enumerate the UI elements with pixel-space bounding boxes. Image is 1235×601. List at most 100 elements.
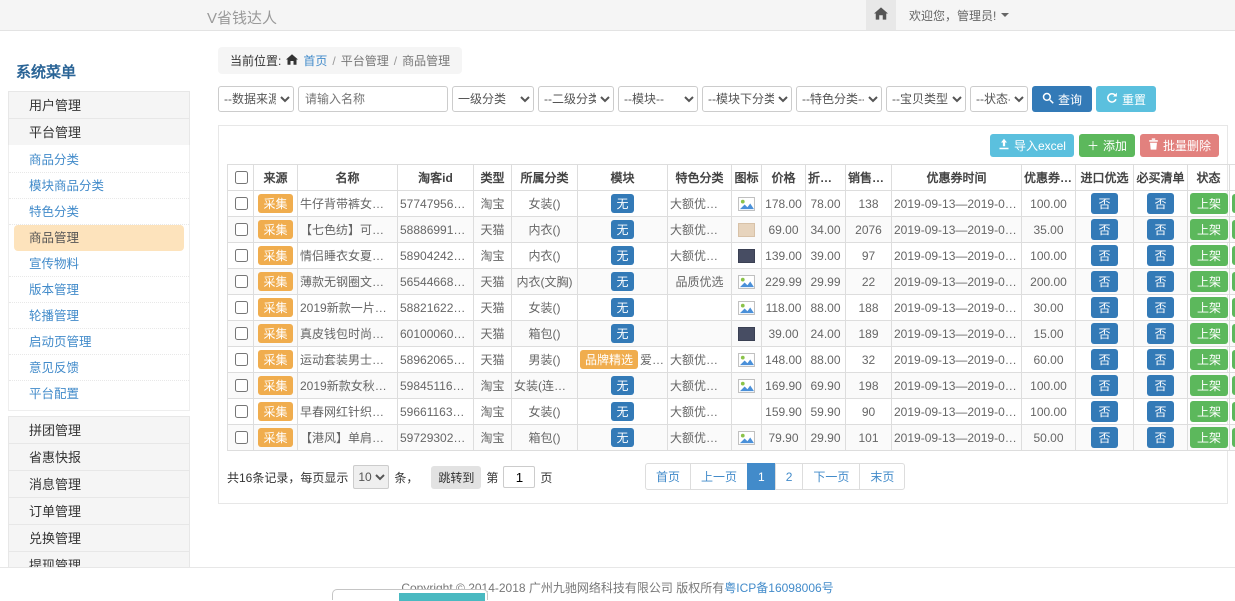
sidebar-subitem-feedback[interactable]: 意见反馈 (9, 355, 189, 381)
row-checkbox[interactable] (235, 275, 248, 288)
filter-select-status[interactable]: --状态-- (970, 86, 1028, 112)
sidebar-subitem-platform-config[interactable]: 平台配置 (9, 381, 189, 407)
status-button[interactable]: 上架 (1190, 349, 1228, 370)
must-buy-toggle[interactable]: 否 (1147, 271, 1173, 292)
page-button-page-1[interactable]: 1 (747, 463, 776, 490)
trash-icon (1148, 138, 1159, 153)
sidebar-item-exchange-management[interactable]: 兑换管理 (8, 524, 190, 552)
discount-price: 39.00 (806, 243, 846, 269)
sidebar-subitem-product-category[interactable]: 商品分类 (9, 147, 189, 173)
sidebar-submenu: 商品分类模块商品分类特色分类商品管理宣传物料版本管理轮播管理启动页管理意见反馈平… (8, 145, 190, 411)
must-buy-toggle[interactable]: 否 (1147, 193, 1173, 214)
row-checkbox[interactable] (235, 223, 248, 236)
sidebar-subitem-feature-category[interactable]: 特色分类 (9, 199, 189, 225)
import-select-toggle[interactable]: 否 (1091, 427, 1117, 448)
taoke-id: 597293020870 (398, 425, 474, 451)
filter-select-module-subcategory[interactable]: --模块下分类-- (702, 86, 792, 112)
page-button-page-2[interactable]: 2 (775, 463, 804, 490)
refresh-icon (1106, 92, 1118, 107)
row-checkbox[interactable] (235, 197, 248, 210)
import-select-toggle[interactable]: 否 (1091, 401, 1117, 422)
row-checkbox[interactable] (235, 405, 248, 418)
import-excel-button[interactable]: 导入excel (990, 134, 1074, 157)
sidebar-item-group-buy-management[interactable]: 拼团管理 (8, 416, 190, 444)
status-button[interactable]: 上架 (1190, 219, 1228, 240)
discount-price: 88.00 (806, 295, 846, 321)
feature-category: 大额优惠券 (668, 217, 732, 243)
batch-delete-button[interactable]: 批量删除 (1140, 134, 1219, 157)
filter-select-data-source[interactable]: --数据来源-- (218, 86, 294, 112)
status-button[interactable]: 上架 (1190, 401, 1228, 422)
status-button[interactable]: 上架 (1190, 427, 1228, 448)
must-buy-toggle[interactable]: 否 (1147, 219, 1173, 240)
row-checkbox[interactable] (235, 327, 248, 340)
must-buy-toggle[interactable]: 否 (1147, 245, 1173, 266)
sidebar-item-saving-news[interactable]: 省惠快报 (8, 443, 190, 471)
filter-select-item-type[interactable]: --宝贝类型-- (886, 86, 966, 112)
status-button[interactable]: 上架 (1190, 193, 1228, 214)
page-button-first-page[interactable]: 首页 (645, 463, 691, 490)
column-header-14: 必买清单 (1134, 165, 1188, 191)
select-all-checkbox[interactable] (235, 171, 248, 184)
home-button[interactable] (866, 0, 896, 30)
filter-select-module[interactable]: --模块-- (618, 86, 698, 112)
status-button[interactable]: 上架 (1190, 271, 1228, 292)
search-button[interactable]: 查询 (1032, 86, 1092, 112)
status-button[interactable]: 上架 (1190, 375, 1228, 396)
breadcrumb-home-link[interactable]: 首页 (303, 52, 327, 69)
sidebar-subitem-splash-page-management[interactable]: 启动页管理 (9, 329, 189, 355)
filter-select-level2-category[interactable]: --二级分类-- (538, 86, 614, 112)
page-button-prev-page[interactable]: 上一页 (690, 463, 748, 490)
import-select-toggle[interactable]: 否 (1091, 375, 1117, 396)
must-buy-toggle[interactable]: 否 (1147, 375, 1173, 396)
source-badge: 采集 (258, 246, 292, 265)
status-button[interactable]: 上架 (1190, 245, 1228, 266)
import-select-toggle[interactable]: 否 (1091, 219, 1117, 240)
sidebar-item-message-management[interactable]: 消息管理 (8, 470, 190, 498)
import-select-toggle[interactable]: 否 (1091, 271, 1117, 292)
row-checkbox[interactable] (235, 379, 248, 392)
product-type: 淘宝 (474, 243, 512, 269)
product-image (738, 197, 755, 211)
import-select-toggle[interactable]: 否 (1091, 323, 1117, 344)
sidebar-subitem-carousel-management[interactable]: 轮播管理 (9, 303, 189, 329)
name-search-input[interactable] (298, 86, 448, 112)
sidebar-subitem-promo-material[interactable]: 宣传物料 (9, 251, 189, 277)
import-select-toggle[interactable]: 否 (1091, 297, 1117, 318)
row-checkbox[interactable] (235, 301, 248, 314)
sidebar-subitem-version-management[interactable]: 版本管理 (9, 277, 189, 303)
filter-select-feature-category[interactable]: --特色分类-- (796, 86, 882, 112)
column-header-10: 销售数量 (846, 165, 892, 191)
must-buy-toggle[interactable]: 否 (1147, 349, 1173, 370)
must-buy-toggle[interactable]: 否 (1147, 401, 1173, 422)
jump-button[interactable]: 跳转到 (431, 466, 481, 489)
status-button[interactable]: 上架 (1190, 323, 1228, 344)
import-select-toggle[interactable]: 否 (1091, 245, 1117, 266)
reset-button[interactable]: 重置 (1096, 86, 1156, 112)
icp-link[interactable]: 粤ICP备16098006号 (724, 581, 833, 595)
filter-select-level1-category[interactable]: 一级分类 (452, 86, 534, 112)
jump-page-input[interactable] (503, 466, 535, 488)
sidebar-item-order-management[interactable]: 订单管理 (8, 497, 190, 525)
table-row: 采集真皮钱包时尚优雅女士...601000601341天猫箱包()无39.002… (228, 321, 1235, 347)
status-button[interactable]: 上架 (1190, 297, 1228, 318)
row-checkbox[interactable] (235, 353, 248, 366)
row-checkbox[interactable] (235, 249, 248, 262)
row-checkbox[interactable] (235, 431, 248, 444)
sidebar-subitem-product-management[interactable]: 商品管理 (14, 225, 184, 251)
page-button-next-page[interactable]: 下一页 (802, 463, 860, 490)
must-buy-toggle[interactable]: 否 (1147, 297, 1173, 318)
import-select-toggle[interactable]: 否 (1091, 349, 1117, 370)
sidebar-item-platform-management[interactable]: 平台管理 (8, 118, 190, 146)
import-select-toggle[interactable]: 否 (1091, 193, 1117, 214)
user-menu[interactable]: 欢迎您，管理员! (909, 7, 1009, 24)
must-buy-toggle[interactable]: 否 (1147, 427, 1173, 448)
product-category: 女装() (512, 399, 578, 425)
breadcrumb-item-platform[interactable]: 平台管理 (341, 52, 389, 69)
per-page-select[interactable]: 10 (353, 465, 389, 489)
page-button-last-page[interactable]: 末页 (859, 463, 905, 490)
sidebar-subitem-module-product-category[interactable]: 模块商品分类 (9, 173, 189, 199)
add-button[interactable]: ＋ 添加 (1079, 134, 1135, 157)
must-buy-toggle[interactable]: 否 (1147, 323, 1173, 344)
sidebar-item-user-management[interactable]: 用户管理 (8, 91, 190, 119)
